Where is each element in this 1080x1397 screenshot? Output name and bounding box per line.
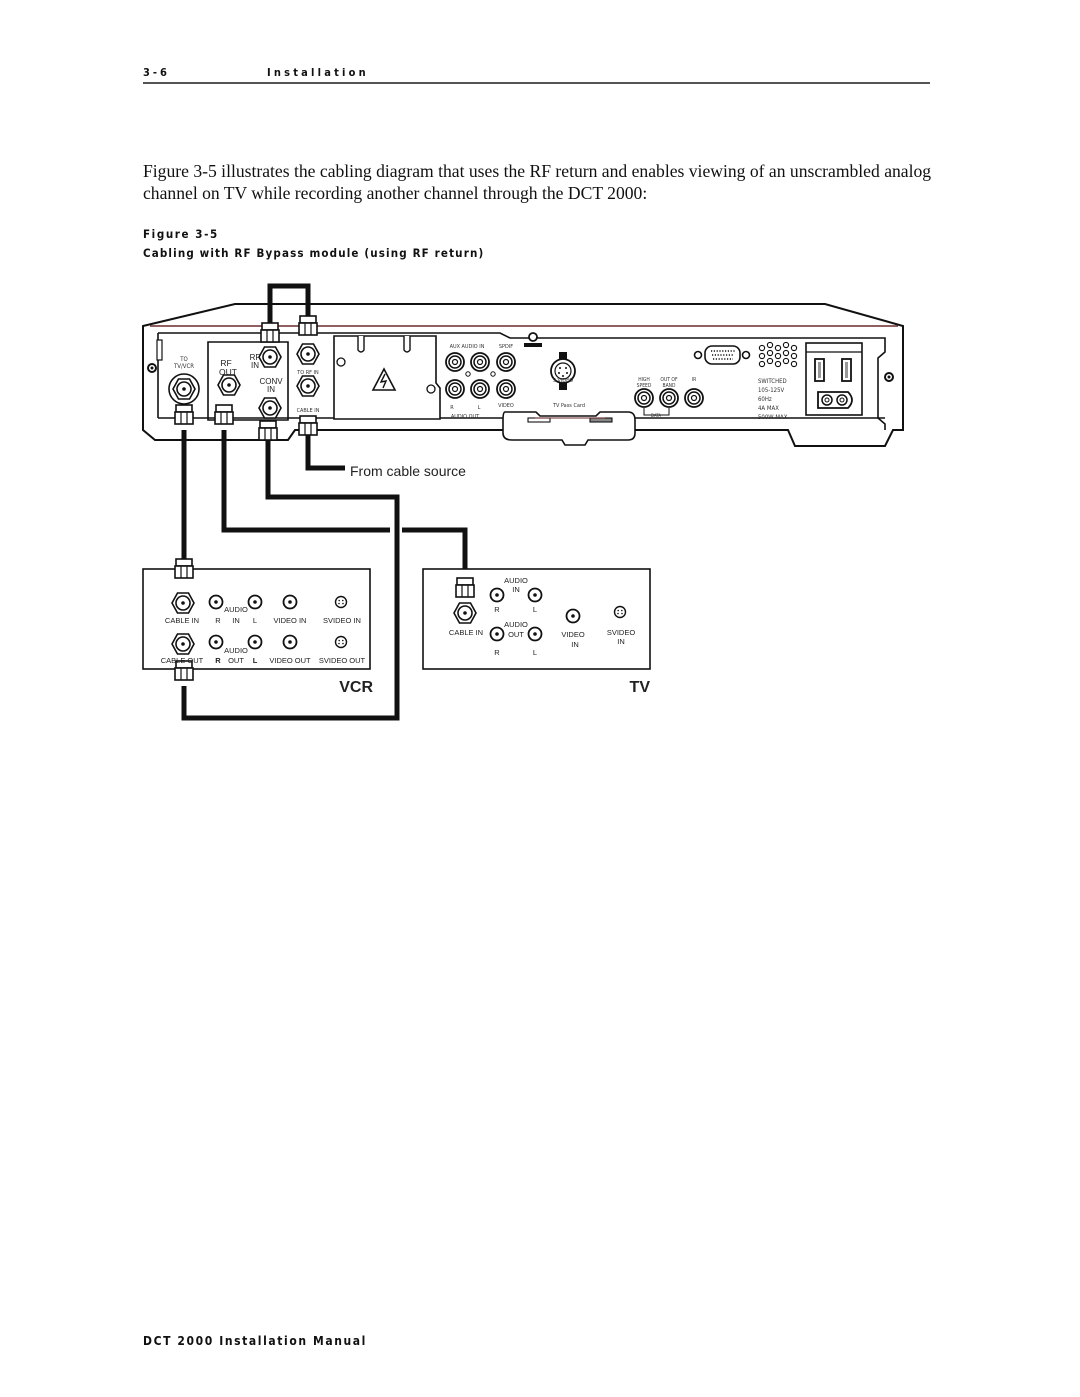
switched-outlet-icon: [805, 342, 863, 416]
vcr-jack-audio-in-r: [208, 594, 224, 610]
power-spec-line: 4A MAX: [758, 405, 779, 412]
vcr-label-video-out: VIDEO OUT: [269, 656, 311, 665]
cable-source-label: From cable source: [350, 463, 466, 479]
jack-conv-in: [258, 397, 282, 419]
vcr-label-audio: AUDIO: [224, 646, 248, 655]
vcr-jack-svideo-in: [334, 595, 348, 609]
tv-jack-cable-in: [453, 602, 477, 624]
f-connector: [214, 404, 234, 425]
page-footer: DCT 2000 Installation Manual: [143, 1334, 367, 1348]
label-rf-in-2: IN: [251, 361, 259, 370]
label-ir: IR: [692, 377, 696, 383]
label-conv-in-2: IN: [267, 385, 275, 394]
f-connector: [298, 315, 318, 336]
jack-to-tv-vcr: [168, 373, 200, 405]
tv-label-video-in: IN: [571, 640, 579, 649]
vcr-jack-audio-out-r: [208, 634, 224, 650]
jack-high-speed-data: [634, 388, 654, 408]
tv-jack-video-in: [565, 608, 581, 624]
label-l: L: [478, 405, 481, 411]
vcr-jack-video-out: [282, 634, 298, 650]
vcr-label-out: OUT: [228, 656, 244, 665]
label-r: R: [450, 405, 454, 411]
jack-audio-out-l: [470, 379, 490, 399]
tv-jack-svideo-in: [613, 605, 627, 619]
label-spdif: SPDIF: [499, 344, 513, 350]
vcr-label-r: R: [215, 616, 221, 625]
power-spec-line: 105-125V: [758, 387, 785, 394]
label-to-rf-in: TO RF IN: [296, 370, 319, 376]
tv-label-audio-out: OUT: [508, 630, 524, 639]
tv-jack-audio-out-r: [489, 626, 505, 642]
tv-label-audio-in: IN: [512, 585, 520, 594]
jack-aux-audio-l: [470, 352, 490, 372]
f-connector: [455, 577, 475, 598]
cabling-diagram: TO TV/VCR RF OUT RF IN CONV IN TO RF IN …: [142, 283, 904, 721]
f-connector: [174, 404, 194, 425]
label-rf-out-2: OUT: [219, 367, 237, 377]
label-cable-in: CABLE IN: [297, 408, 320, 414]
jack-audio-out-r: [445, 379, 465, 399]
label-aux-audio-in: AUX AUDIO IN: [450, 344, 485, 350]
tv-title: TV: [630, 679, 651, 696]
tv-label-video: VIDEO: [561, 630, 585, 639]
jack-rf-in: [258, 346, 282, 368]
jack-to-rf-in: [296, 343, 320, 365]
vcr-label-cable-out: CABLE OUT: [161, 656, 204, 665]
label-data: DATA: [651, 413, 662, 419]
tv-jack-audio-in-l: [527, 587, 543, 603]
tv-label-audio: AUDIO: [504, 620, 528, 629]
vcr-jack-video-in: [282, 594, 298, 610]
power-spec-line: 60Hz: [758, 396, 772, 403]
vcr-label-svideo-out: SVIDEO OUT: [319, 656, 366, 665]
vcr-label-in: IN: [232, 616, 240, 625]
power-spec-line: SWITCHED: [758, 378, 787, 385]
vcr-label-l: L: [253, 616, 257, 625]
jack-video: [496, 379, 516, 399]
tv-pass-card-slot: [502, 411, 636, 446]
tv-label-l: L: [533, 605, 537, 614]
vcr-jack-svideo-out: [334, 635, 348, 649]
f-connector: [258, 420, 278, 441]
vcr-label-r: R: [215, 656, 221, 665]
label-band: BAND: [663, 383, 677, 389]
f-connector: [260, 322, 280, 343]
jack-cable-in: [296, 375, 320, 397]
vcr-label-l: L: [253, 656, 258, 665]
tv-label-r: R: [494, 605, 500, 614]
jack-ir: [684, 388, 704, 408]
jack-aux-audio-r: [445, 352, 465, 372]
jack-out-of-band-data: [659, 388, 679, 408]
vcr-label-cable-in: CABLE IN: [165, 616, 199, 625]
tv-label-cable-in: CABLE IN: [449, 628, 483, 637]
vcr-label-svideo-in: SVIDEO IN: [323, 616, 361, 625]
label-audio-out: AUDIO OUT: [451, 414, 480, 420]
vcr-label-audio: AUDIO: [224, 605, 248, 614]
label-s-video: S-VIDEO: [553, 378, 573, 384]
vcr-jack-audio-out-l: [247, 634, 263, 650]
tv-jack-audio-out-l: [527, 626, 543, 642]
vcr-title: VCR: [339, 679, 373, 696]
tv-label-l: L: [533, 648, 537, 657]
label-tv-pass-card: TV Pass Card: [552, 403, 585, 409]
f-connector: [174, 558, 194, 579]
jack-spdif: [496, 352, 516, 372]
warning-plate: [333, 335, 441, 420]
f-connector: [298, 415, 318, 436]
tv-label-svideo-in: IN: [617, 637, 625, 646]
tv-jack-audio-in-r: [489, 587, 505, 603]
label-video: VIDEO: [498, 403, 514, 409]
jack-rf-out: [217, 374, 241, 396]
label-tv-vcr: TV/VCR: [173, 363, 194, 370]
tv-label-audio: AUDIO: [504, 576, 528, 585]
vcr-jack-cable-out: [171, 633, 195, 655]
vcr-jack-cable-in: [171, 592, 195, 614]
tv-label-r: R: [494, 648, 500, 657]
label-speed: SPEED: [637, 383, 652, 389]
power-spec-line: 500W MAX: [758, 414, 788, 421]
tv-label-svideo: SVIDEO: [607, 628, 636, 637]
vcr-jack-audio-in-l: [247, 594, 263, 610]
vcr-label-video-in: VIDEO IN: [274, 616, 307, 625]
label-to: TO: [179, 356, 188, 363]
